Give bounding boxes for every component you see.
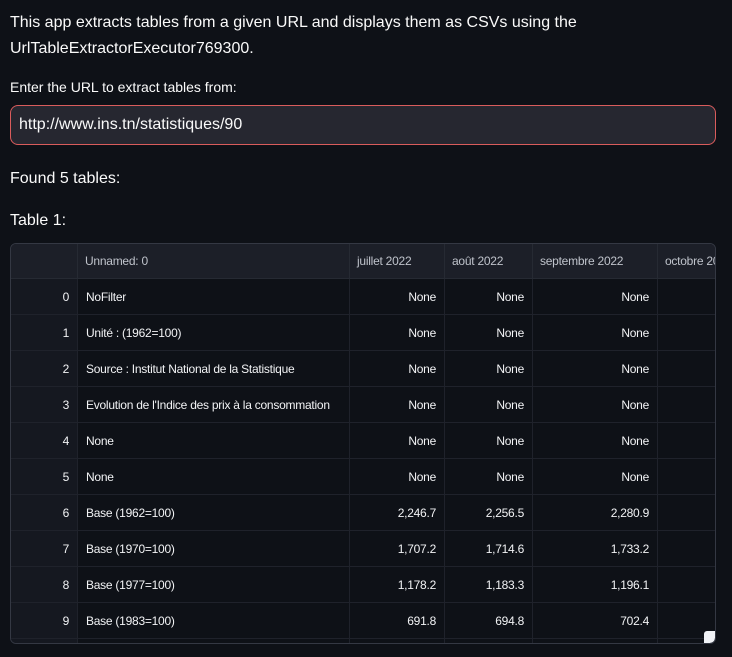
table-row: 4NoneNoneNoneNoneNone: [11, 423, 716, 459]
row-index[interactable]: 4: [11, 423, 78, 459]
table-cell[interactable]: None: [78, 459, 350, 495]
table-cell[interactable]: None: [658, 459, 717, 495]
table-cell[interactable]: Source : Institut National de la Statist…: [78, 351, 350, 387]
table-cell[interactable]: None: [533, 279, 658, 315]
table-cell[interactable]: Unité : (1962=100): [78, 315, 350, 351]
table-cell[interactable]: None: [533, 459, 658, 495]
column-header[interactable]: octobre 2022: [658, 244, 717, 279]
table-cell[interactable]: None: [445, 315, 533, 351]
table-cell[interactable]: None: [350, 315, 445, 351]
table-cell[interactable]: 2,256.5: [445, 495, 533, 531]
table-cell[interactable]: None: [350, 387, 445, 423]
table-cell[interactable]: Base (1990=100): [78, 639, 350, 645]
table-cell[interactable]: 702.4: [533, 603, 658, 639]
table-cell[interactable]: None: [445, 387, 533, 423]
row-index[interactable]: 7: [11, 531, 78, 567]
data-table: Unnamed: 0juillet 2022août 2022septembre…: [11, 244, 716, 644]
table-cell[interactable]: None: [533, 423, 658, 459]
dataframe-container: Unnamed: 0juillet 2022août 2022septembre…: [10, 243, 716, 644]
table-row: 2Source : Institut National de la Statis…: [11, 351, 716, 387]
table-cell[interactable]: None: [445, 423, 533, 459]
column-header[interactable]: juillet 2022: [350, 244, 445, 279]
table-cell[interactable]: 1,707.2: [350, 531, 445, 567]
table-cell[interactable]: 691.8: [350, 603, 445, 639]
table-row: 8Base (1977=100)1,178.21,183.31,196.11,2…: [11, 567, 716, 603]
table-cell[interactable]: [533, 639, 658, 645]
table-body: 0NoFilterNoneNoneNoneNone1Unité : (1962=…: [11, 279, 716, 645]
table-cell[interactable]: Base (1962=100): [78, 495, 350, 531]
table-cell[interactable]: None: [533, 387, 658, 423]
table-cell[interactable]: Base (1970=100): [78, 531, 350, 567]
row-index[interactable]: 0: [11, 279, 78, 315]
table-cell[interactable]: None: [658, 351, 717, 387]
table-row: Base (1990=100): [11, 639, 716, 645]
table-cell[interactable]: None: [533, 315, 658, 351]
header-row: Unnamed: 0juillet 2022août 2022septembre…: [11, 244, 716, 279]
table-cell[interactable]: [445, 639, 533, 645]
row-index[interactable]: 3: [11, 387, 78, 423]
table-cell[interactable]: None: [533, 351, 658, 387]
table-cell[interactable]: None: [350, 351, 445, 387]
table-cell[interactable]: 1,178.2: [350, 567, 445, 603]
table-row: 5NoneNoneNoneNoneNone: [11, 459, 716, 495]
found-tables-text: Found 5 tables:: [10, 166, 716, 191]
table-row: 6Base (1962=100)2,246.72,256.52,280.92,3…: [11, 495, 716, 531]
table-cell[interactable]: None: [445, 459, 533, 495]
url-input[interactable]: [10, 105, 716, 145]
row-index[interactable]: [11, 639, 78, 645]
row-index[interactable]: 8: [11, 567, 78, 603]
table-title: Table 1:: [10, 208, 716, 233]
row-index[interactable]: 9: [11, 603, 78, 639]
table-cell[interactable]: None: [350, 423, 445, 459]
table-cell[interactable]: None: [445, 279, 533, 315]
table-cell[interactable]: NoFilter: [78, 279, 350, 315]
table-cell[interactable]: [350, 639, 445, 645]
table-cell[interactable]: 694.8: [445, 603, 533, 639]
table-cell[interactable]: 1,714.6: [445, 531, 533, 567]
column-header[interactable]: septembre 2022: [533, 244, 658, 279]
table-cell[interactable]: 2,246.7: [350, 495, 445, 531]
table-cell[interactable]: None: [350, 279, 445, 315]
table-header: Unnamed: 0juillet 2022août 2022septembre…: [11, 244, 716, 279]
table-cell[interactable]: 1,183.3: [445, 567, 533, 603]
column-header[interactable]: Unnamed: 0: [78, 244, 350, 279]
table-row: 1Unité : (1962=100)NoneNoneNoneNone: [11, 315, 716, 351]
table-cell[interactable]: 2,304.7: [658, 495, 717, 531]
app-description: This app extracts tables from a given UR…: [10, 10, 716, 62]
url-input-label: Enter the URL to extract tables from:: [10, 79, 716, 96]
table-cell[interactable]: 1,751.3: [658, 531, 717, 567]
table-cell[interactable]: 1,733.2: [533, 531, 658, 567]
row-index[interactable]: 1: [11, 315, 78, 351]
resize-handle-icon[interactable]: [704, 631, 715, 643]
table-cell[interactable]: 2,280.9: [533, 495, 658, 531]
table-row: 3Evolution de l'Indice des prix à la con…: [11, 387, 716, 423]
table-cell[interactable]: None: [445, 351, 533, 387]
row-index[interactable]: 6: [11, 495, 78, 531]
table-cell[interactable]: 1,208.6: [658, 567, 717, 603]
row-index[interactable]: 5: [11, 459, 78, 495]
table-row: 0NoFilterNoneNoneNoneNone: [11, 279, 716, 315]
column-header[interactable]: [11, 244, 78, 279]
column-header[interactable]: août 2022: [445, 244, 533, 279]
table-cell[interactable]: None: [658, 423, 717, 459]
table-cell[interactable]: Base (1983=100): [78, 603, 350, 639]
app-root: This app extracts tables from a given UR…: [0, 0, 732, 644]
table-cell[interactable]: None: [658, 315, 717, 351]
row-index[interactable]: 2: [11, 351, 78, 387]
table-cell[interactable]: None: [658, 279, 717, 315]
table-cell[interactable]: None: [350, 459, 445, 495]
table-cell[interactable]: Evolution de l'Indice des prix à la cons…: [78, 387, 350, 423]
table-cell[interactable]: None: [78, 423, 350, 459]
table-row: 7Base (1970=100)1,707.21,714.61,733.21,7…: [11, 531, 716, 567]
table-cell[interactable]: Base (1977=100): [78, 567, 350, 603]
table-cell[interactable]: None: [658, 387, 717, 423]
table-cell[interactable]: 1,196.1: [533, 567, 658, 603]
table-row: 9Base (1983=100)691.8694.8702.4709.7: [11, 603, 716, 639]
